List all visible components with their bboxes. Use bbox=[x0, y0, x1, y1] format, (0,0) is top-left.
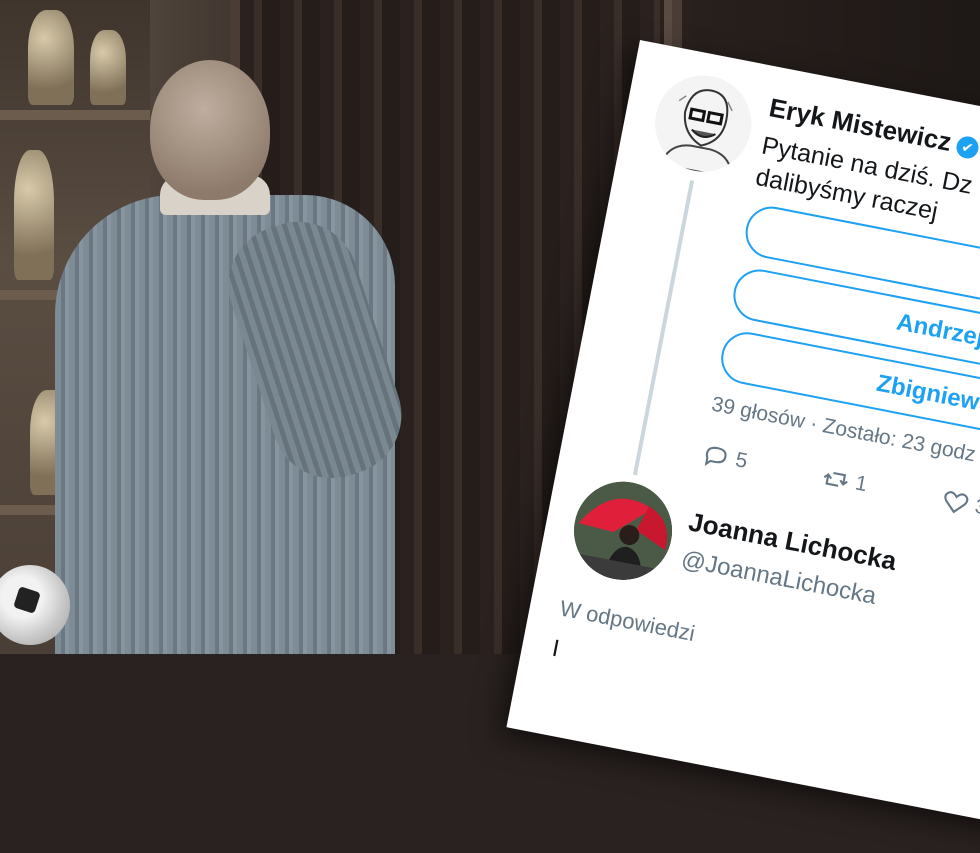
author-avatar[interactable] bbox=[646, 67, 760, 180]
umbrella-photo-icon bbox=[565, 473, 681, 589]
like-icon bbox=[944, 491, 969, 514]
like-count: 3 bbox=[973, 494, 980, 520]
trophy bbox=[28, 10, 74, 105]
reply-author-avatar[interactable] bbox=[565, 473, 681, 589]
reply-button[interactable]: 5 bbox=[700, 440, 750, 476]
retweet-count: 1 bbox=[853, 471, 870, 497]
like-button[interactable]: 3 bbox=[939, 486, 980, 522]
retweet-icon bbox=[823, 471, 848, 487]
sketch-portrait-icon bbox=[646, 67, 760, 180]
shelf-board bbox=[0, 110, 150, 120]
man-head bbox=[150, 60, 270, 200]
reply-count: 5 bbox=[733, 448, 750, 473]
thread-connector-line bbox=[632, 180, 695, 476]
reply-text: I bbox=[549, 634, 562, 663]
trophy bbox=[90, 30, 126, 105]
reply-icon bbox=[704, 446, 727, 467]
retweet-button[interactable]: 1 bbox=[819, 463, 869, 499]
verified-badge-icon: ✔ bbox=[954, 134, 980, 161]
trophy bbox=[14, 150, 54, 280]
reply-context: W odpowiedzi bbox=[557, 595, 698, 647]
